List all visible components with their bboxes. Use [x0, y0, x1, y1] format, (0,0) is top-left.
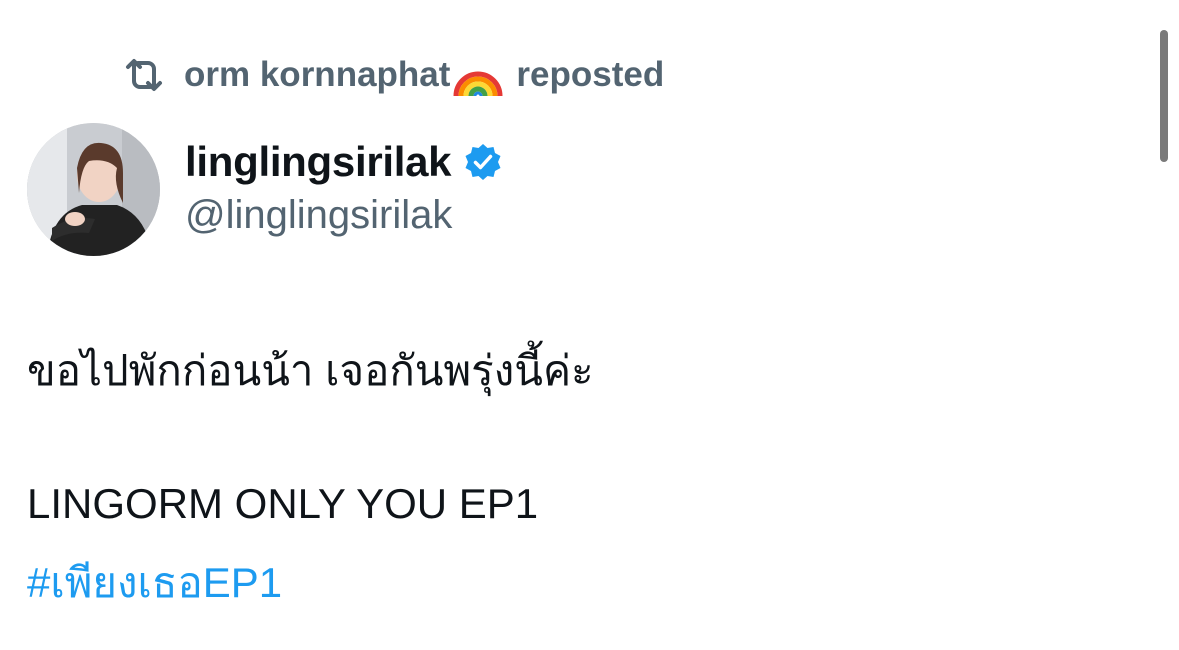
- scrollbar[interactable]: [1160, 30, 1168, 162]
- author-handle[interactable]: @linglingsirilak: [185, 193, 452, 238]
- verified-badge-icon[interactable]: [463, 142, 503, 182]
- author-display-name[interactable]: linglingsirilak: [185, 138, 452, 186]
- avatar-photo: [27, 123, 160, 256]
- reposted-label: reposted: [516, 55, 665, 94]
- tweet-text-line: LINGORM ONLY YOU EP1: [27, 480, 539, 527]
- repost-icon: [120, 55, 168, 95]
- author-name-row[interactable]: linglingsirilak: [185, 137, 503, 187]
- reposter-name[interactable]: orm kornnaphat: [184, 55, 450, 95]
- tweet-text-line: ขอไปพักก่อนน้า เจอกันพรุ่งนี้ค่ะ: [27, 347, 594, 394]
- avatar[interactable]: [27, 123, 160, 256]
- repost-header[interactable]: orm kornnaphat reposted: [120, 50, 664, 100]
- hashtag-link[interactable]: #เพียงเธอEP1: [27, 550, 282, 616]
- rainbow-emoji-icon: [452, 52, 504, 98]
